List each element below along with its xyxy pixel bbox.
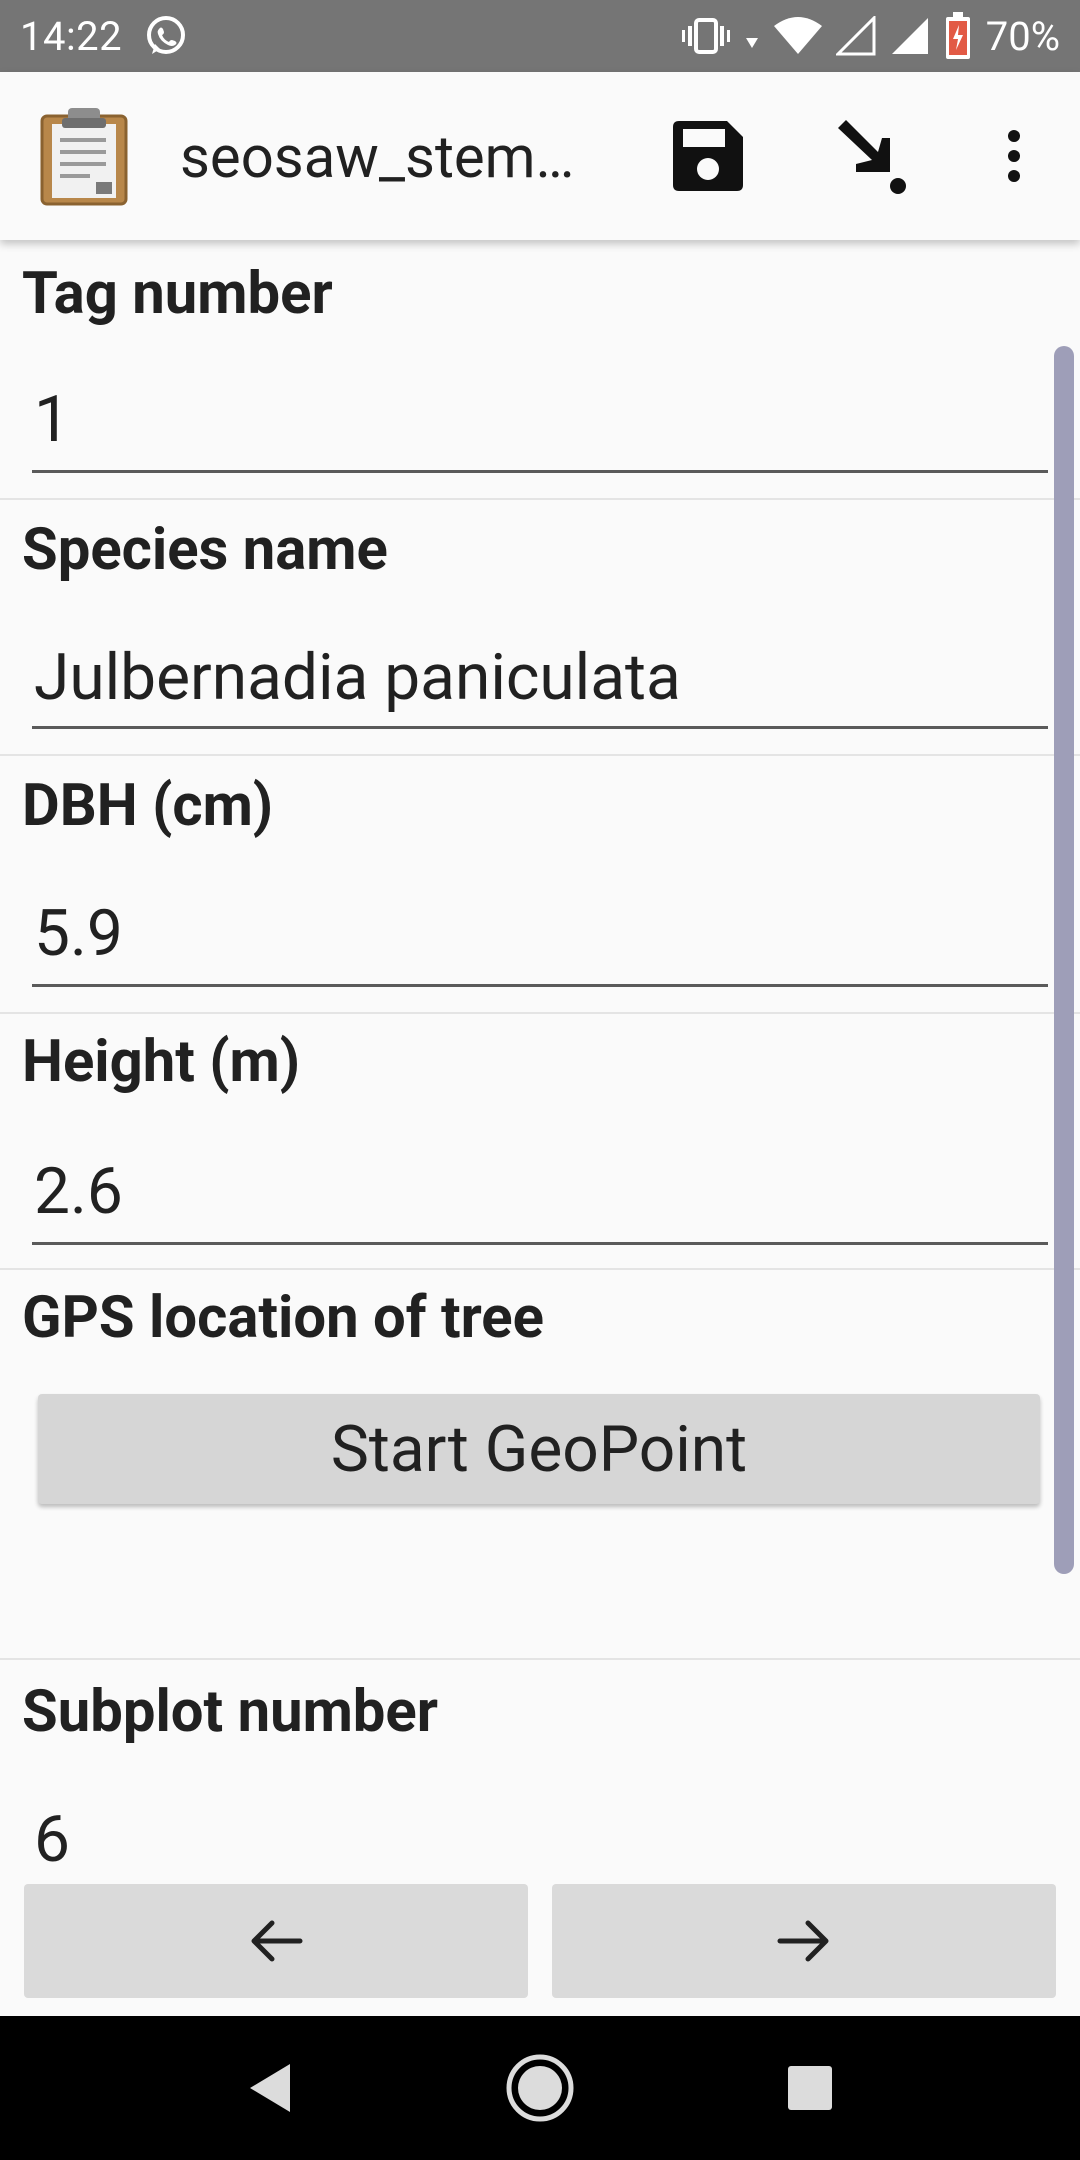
more-options-button[interactable] bbox=[990, 112, 1038, 200]
status-bar: 14:22 70% bbox=[0, 0, 1080, 72]
whatsapp-icon bbox=[144, 14, 188, 58]
save-button[interactable] bbox=[664, 112, 752, 200]
jump-icon bbox=[832, 116, 912, 196]
question-tag-number: Tag number 1 bbox=[0, 240, 1080, 500]
question-subplot-number: Subplot number 6 bbox=[0, 1660, 1080, 1880]
question-label: GPS location of tree bbox=[22, 1284, 544, 1352]
height-input[interactable]: 2.6 bbox=[34, 1154, 123, 1229]
clipboard-icon bbox=[40, 106, 128, 206]
start-geopoint-button[interactable]: Start GeoPoint bbox=[38, 1394, 1040, 1504]
question-label: Height (m) bbox=[22, 1028, 301, 1096]
data-arrows-icon bbox=[744, 16, 760, 56]
signal-empty-icon bbox=[835, 16, 876, 56]
dbh-input[interactable]: 5.9 bbox=[34, 896, 123, 971]
more-vert-icon bbox=[1004, 126, 1024, 186]
scrollbar[interactable] bbox=[1054, 346, 1074, 1574]
previous-button[interactable] bbox=[24, 1884, 528, 1998]
species-name-input[interactable]: Julbernadia paniculata bbox=[34, 640, 681, 715]
question-label: DBH (cm) bbox=[22, 772, 274, 840]
page-title: seosaw_stem… bbox=[180, 124, 575, 192]
question-height: Height (m) 2.6 bbox=[0, 1014, 1080, 1270]
form-content: Tag number 1 Species name Julbernadia pa… bbox=[0, 240, 1080, 1880]
battery-percent: 70% bbox=[985, 12, 1060, 60]
tag-number-input[interactable]: 1 bbox=[34, 382, 70, 457]
app-bar: seosaw_stem… bbox=[0, 72, 1080, 240]
system-home-button[interactable] bbox=[500, 2048, 580, 2128]
arrow-right-icon bbox=[776, 1917, 832, 1965]
subplot-number-input[interactable]: 6 bbox=[34, 1802, 70, 1877]
input-underline bbox=[32, 984, 1048, 987]
input-underline bbox=[32, 726, 1048, 729]
battery-charging-icon bbox=[944, 12, 972, 60]
system-back-button[interactable] bbox=[230, 2048, 310, 2128]
next-button[interactable] bbox=[552, 1884, 1056, 1998]
question-label: Subplot number bbox=[22, 1678, 438, 1746]
question-label: Tag number bbox=[22, 260, 333, 328]
status-time: 14:22 bbox=[20, 12, 123, 60]
jump-button[interactable] bbox=[828, 112, 916, 200]
form-nav-row bbox=[0, 1880, 1080, 2016]
vibrate-icon bbox=[681, 16, 730, 56]
input-underline bbox=[32, 1242, 1048, 1245]
wifi-icon bbox=[773, 16, 822, 56]
system-recents-button[interactable] bbox=[770, 2048, 850, 2128]
save-icon bbox=[671, 119, 745, 193]
input-underline bbox=[32, 470, 1048, 473]
question-dbh: DBH (cm) 5.9 bbox=[0, 756, 1080, 1014]
signal-full-icon bbox=[890, 16, 930, 56]
home-circle-icon bbox=[504, 2052, 576, 2124]
back-triangle-icon bbox=[246, 2060, 294, 2116]
arrow-left-icon bbox=[248, 1917, 304, 1965]
recents-square-icon bbox=[786, 2064, 834, 2112]
system-nav-bar bbox=[0, 2016, 1080, 2160]
question-label: Species name bbox=[22, 516, 388, 584]
question-species-name: Species name Julbernadia paniculata bbox=[0, 500, 1080, 756]
